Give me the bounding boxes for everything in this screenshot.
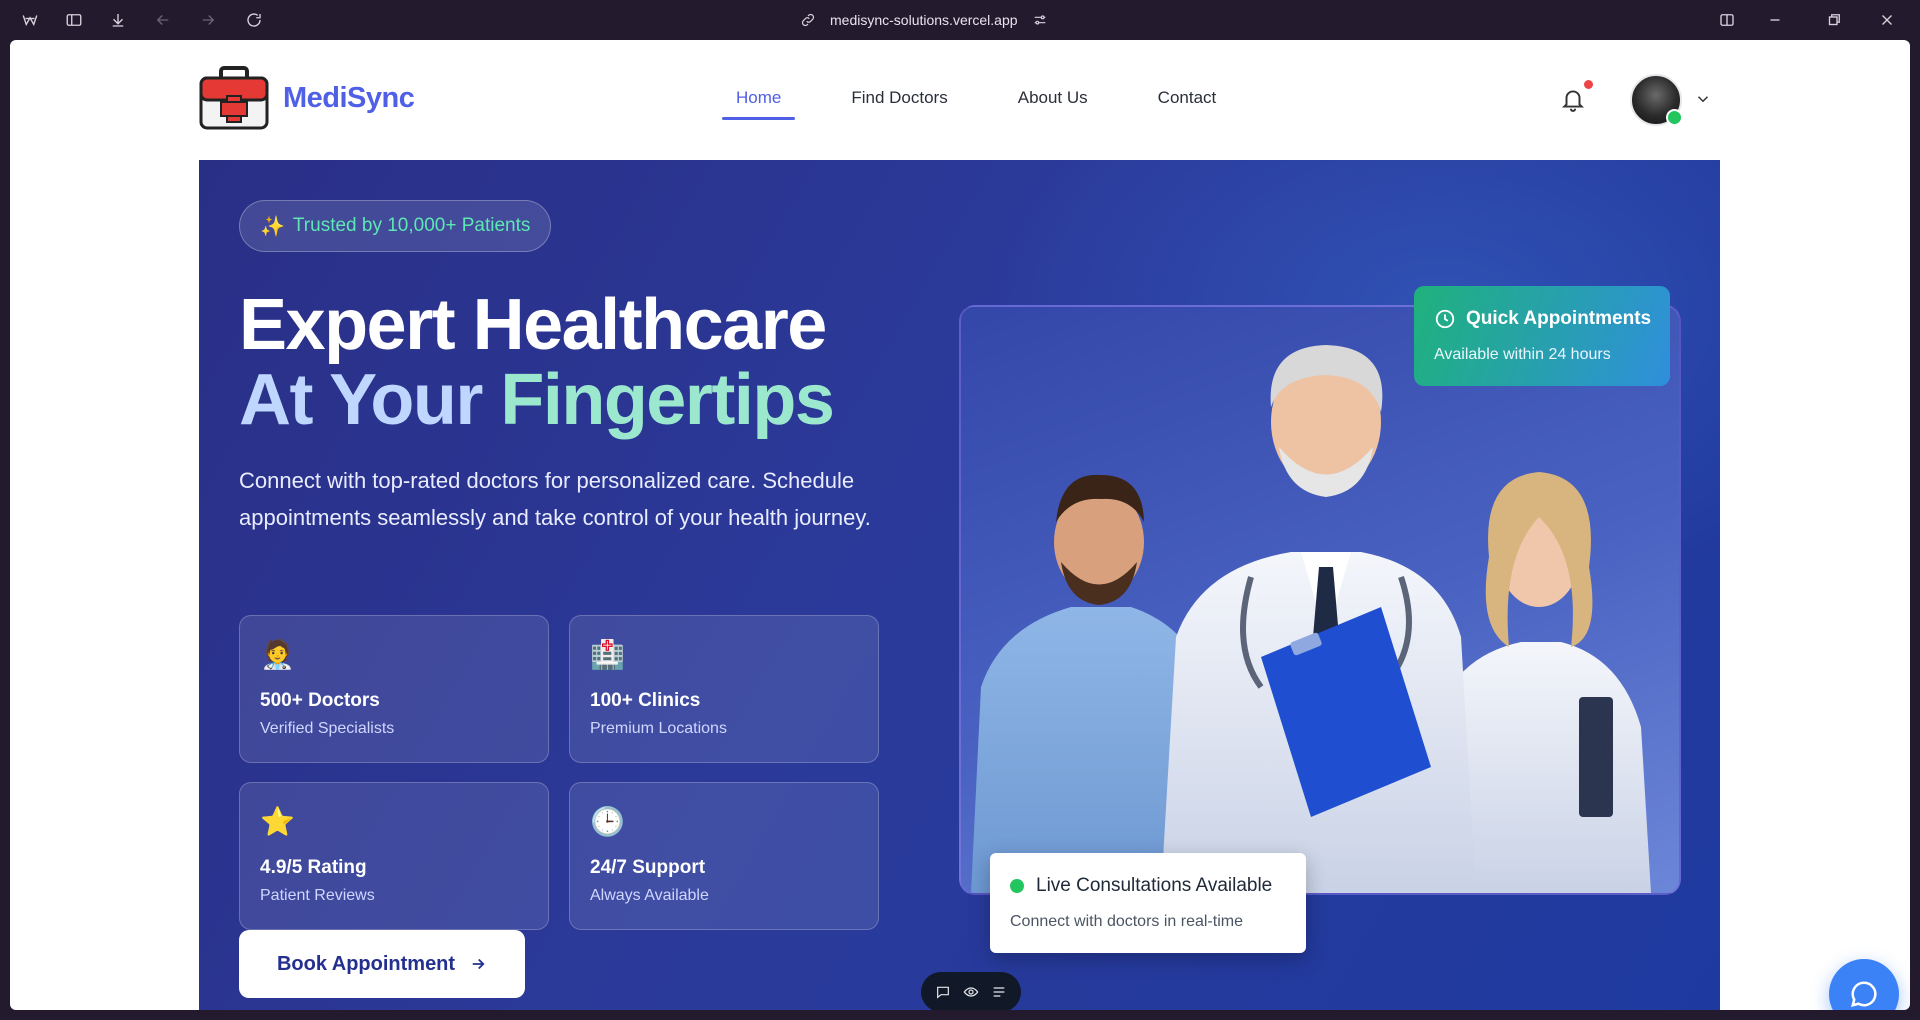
sidebar-toggle-icon[interactable] [64, 10, 84, 30]
star-icon: ⭐ [260, 806, 295, 837]
link-icon [801, 13, 815, 27]
brand-logo[interactable]: MediSync [199, 66, 415, 130]
stat-card-clinics: 🏥 100+ Clinics Premium Locations [569, 615, 879, 763]
eye-icon[interactable] [963, 984, 979, 1000]
hero-headline-line2: At Your Fingertips [239, 360, 835, 440]
stat-card-support: 🕒 24/7 Support Always Available [569, 782, 879, 930]
floating-toolbar [921, 972, 1021, 1010]
stat-title: 4.9/5 Rating [260, 857, 367, 878]
user-menu-chevron[interactable] [1694, 90, 1712, 108]
stat-subtitle: Always Available [590, 887, 709, 904]
nav-home[interactable]: Home [722, 88, 796, 122]
trust-badge: ✨ Trusted by 10,000+ Patients [239, 200, 552, 252]
minimize-icon[interactable] [1765, 10, 1785, 30]
live-consultations-subtitle: Connect with doctors in real-time [1010, 913, 1243, 930]
browser-logo-icon[interactable] [20, 10, 40, 30]
doctors-illustration [971, 345, 1651, 893]
reload-icon[interactable] [244, 10, 264, 30]
bell-icon [1561, 90, 1585, 112]
brand-name: MediSync [283, 81, 415, 114]
stat-card-rating: ⭐ 4.9/5 Rating Patient Reviews [239, 782, 549, 930]
hospital-icon: 🏥 [590, 639, 625, 670]
main-nav: Home Find Doctors About Us Contact [722, 88, 1272, 122]
page-viewport: MediSync Home Find Doctors About Us Cont… [10, 40, 1910, 1010]
trust-badge-text: Trusted by 10,000+ Patients [292, 215, 531, 236]
quick-appointments-subtitle: Available within 24 hours [1434, 346, 1611, 363]
user-avatar[interactable] [1630, 74, 1683, 126]
quick-appointments-card: Quick Appointments Available within 24 h… [1414, 286, 1670, 386]
site-navbar: MediSync Home Find Doctors About Us Cont… [10, 40, 1910, 160]
chevron-down-icon [1697, 96, 1709, 103]
headline-part-a: At Your [239, 360, 483, 440]
live-status-dot [1010, 879, 1024, 893]
book-appointment-label: Book Appointment [276, 952, 456, 975]
online-status-dot [1666, 109, 1683, 126]
notification-dot [1584, 80, 1593, 89]
split-view-icon[interactable] [1717, 10, 1737, 30]
live-consultations-title: Live Consultations Available [1036, 875, 1273, 896]
stat-title: 24/7 Support [590, 857, 706, 878]
hero-lead-text: Connect with top-rated doctors for perso… [239, 468, 871, 530]
comment-icon[interactable] [935, 984, 951, 1000]
restore-icon[interactable] [1824, 10, 1844, 30]
stat-title: 500+ Doctors [260, 690, 380, 711]
browser-toolbar: medisync-solutions.vercel.app [0, 0, 1920, 40]
url-text: medisync-solutions.vercel.app [830, 12, 1018, 28]
headline-part-b: Fingertips [500, 360, 835, 440]
list-icon[interactable] [991, 984, 1007, 1000]
back-arrow-icon[interactable] [153, 10, 173, 30]
nav-about-us[interactable]: About Us [1004, 88, 1102, 122]
close-icon[interactable] [1877, 10, 1897, 30]
stat-subtitle: Verified Specialists [260, 720, 395, 737]
sparkles-icon: ✨ [260, 215, 285, 238]
chat-button[interactable] [1829, 959, 1899, 1010]
first-aid-kit-icon [199, 66, 269, 130]
arrow-right-icon [472, 958, 485, 970]
hero-headline-line1: Expert Healthcare [239, 285, 827, 365]
book-appointment-button[interactable]: Book Appointment [239, 930, 525, 998]
clock-icon [1435, 309, 1455, 329]
stat-subtitle: Premium Locations [590, 720, 727, 737]
notifications-button[interactable] [1560, 80, 1593, 116]
address-bar[interactable]: medisync-solutions.vercel.app [800, 8, 1048, 32]
stat-card-doctors: 🧑‍⚕️ 500+ Doctors Verified Specialists [239, 615, 549, 763]
stat-subtitle: Patient Reviews [260, 887, 375, 904]
clock-icon: 🕒 [590, 806, 625, 837]
chat-bubble-icon [1850, 981, 1877, 1008]
nav-contact[interactable]: Contact [1144, 88, 1231, 122]
site-settings-icon[interactable] [1032, 12, 1048, 28]
stat-title: 100+ Clinics [590, 690, 701, 711]
nav-find-doctors[interactable]: Find Doctors [837, 88, 961, 122]
hero-section: ✨ Trusted by 10,000+ Patients Expert Hea… [199, 160, 1720, 1010]
live-consultations-card: Live Consultations Available Connect wit… [990, 853, 1306, 953]
doctors-photo [959, 305, 1681, 895]
quick-appointments-title: Quick Appointments [1466, 308, 1652, 329]
doctor-icon: 🧑‍⚕️ [260, 639, 295, 670]
download-icon[interactable] [108, 10, 128, 30]
forward-arrow-icon[interactable] [198, 10, 218, 30]
